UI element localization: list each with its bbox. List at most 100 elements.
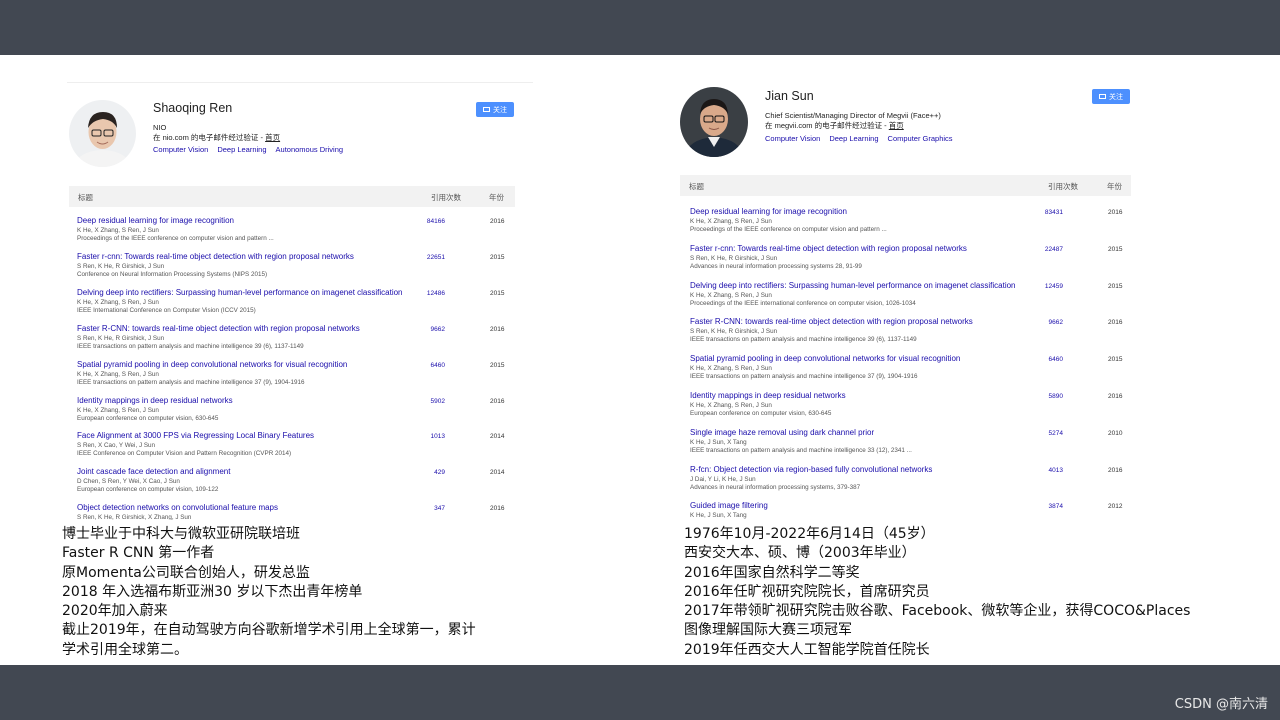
citation-count-link[interactable]: 22651 [415, 254, 445, 261]
publication-year: 2014 [490, 433, 505, 441]
article-title-link[interactable]: Delving deep into rectifiers: Surpassing… [77, 288, 403, 297]
article-venue: European conference on computer vision, … [690, 410, 832, 417]
column-header-title[interactable]: 标题 [78, 192, 93, 203]
citation-count-link[interactable]: 22487 [1033, 246, 1063, 253]
notes-right: 1976年10月-2022年6月14日（45岁） 西安交大本、硕、博（2003年… [684, 525, 1190, 660]
research-interests: Computer Vision Deep Learning Autonomous D… [153, 145, 352, 154]
publication-year: 2014 [490, 469, 505, 477]
note-line: 1976年10月-2022年6月14日（45岁） [684, 526, 935, 542]
article-title-link[interactable]: Spatial pyramid pooling in deep convolut… [690, 354, 960, 363]
article-title-link[interactable]: Delving deep into rectifiers: Surpassing… [690, 281, 1016, 290]
top-band [0, 0, 1280, 55]
article-title-link[interactable]: Faster r-cnn: Towards real-time object d… [77, 252, 354, 261]
email-verified-text: 在 megvii.com 的电子邮件经过验证 - [765, 121, 889, 130]
avatar-image [680, 87, 748, 157]
citation-count-link[interactable]: 9662 [415, 326, 445, 333]
citation-count-link[interactable]: 1013 [415, 433, 445, 440]
article-title-link[interactable]: Identity mappings in deep residual netwo… [690, 391, 846, 400]
follow-button[interactable]: 关注 [476, 102, 514, 117]
publication-year: 2015 [1108, 356, 1123, 364]
article-authors: K He, X Zhang, S Ren, J Sun [77, 406, 159, 414]
article-title-link[interactable]: Joint cascade face detection and alignme… [77, 467, 230, 476]
citation-count-link[interactable]: 5902 [415, 398, 445, 405]
note-line: Faster R CNN 第一作者 [62, 545, 215, 562]
article-title-link[interactable]: Object detection networks on convolution… [77, 503, 278, 512]
table-row: Object detection networks on convolution… [77, 503, 507, 520]
citation-count-link[interactable]: 9662 [1033, 319, 1063, 326]
envelope-icon [1099, 94, 1106, 99]
article-venue: IEEE transactions on pattern analysis an… [77, 378, 305, 386]
article-authors: J Dai, Y Li, K He, J Sun [690, 475, 756, 483]
table-row: Spatial pyramid pooling in deep convolut… [690, 354, 1123, 390]
article-title-link[interactable]: Faster R-CNN: towards real-time object d… [77, 324, 360, 333]
article-venue: IEEE transactions on pattern analysis an… [77, 342, 304, 350]
column-header-title[interactable]: 标题 [689, 181, 704, 192]
article-venue: European conference on computer vision, … [77, 486, 219, 494]
column-header-year[interactable]: 年份 [1107, 181, 1122, 192]
article-venue: Proceedings of the IEEE conference on co… [77, 235, 274, 242]
article-title-link[interactable]: Faster R-CNN: towards real-time object d… [690, 317, 973, 326]
column-header-year[interactable]: 年份 [489, 192, 504, 203]
article-title-link[interactable]: Identity mappings in deep residual netwo… [77, 396, 233, 405]
citation-count-link[interactable]: 3874 [1033, 503, 1063, 510]
article-title-link[interactable]: Single image haze removal using dark cha… [690, 428, 874, 437]
table-row: Delving deep into rectifiers: Surpassing… [690, 281, 1123, 317]
citation-count-link[interactable]: 84166 [415, 218, 445, 225]
article-authors: S Ren, K He, R Girshick, J Sun [77, 334, 165, 342]
article-venue: Advances in neural information processin… [690, 262, 862, 270]
homepage-link[interactable]: 首页 [265, 133, 280, 142]
article-venue: European conference on computer vision, … [77, 414, 219, 422]
column-header-cited[interactable]: 引用次数 [1048, 181, 1078, 192]
homepage-link[interactable]: 首页 [889, 121, 904, 130]
scholar-card-right: Jian Sun Chief Scientist/Managing Direct… [680, 80, 1132, 520]
publication-year: 2015 [490, 361, 505, 369]
note-line: 2016年国家自然科学二等奖 [684, 564, 860, 581]
article-title-link[interactable]: Deep residual learning for image recogni… [690, 207, 847, 216]
note-line: 2017年带领旷视研究院击败谷歌、Facebook、微软等企业，获得COCO&P… [684, 603, 1191, 620]
citation-count-link[interactable]: 6460 [1033, 356, 1063, 363]
note-line: 博士毕业于中科大与微软亚研院联培班 [62, 526, 300, 542]
article-title-link[interactable]: Faster r-cnn: Towards real-time object d… [690, 244, 967, 253]
research-interests: Computer Vision Deep Learning Computer Gra… [765, 134, 962, 143]
table-row: Deep residual learning for image recogni… [77, 216, 507, 252]
citation-count-link[interactable]: 5274 [1033, 430, 1063, 437]
article-authors: K He, J Sun, X Tang [690, 438, 747, 446]
publication-year: 2015 [1108, 282, 1123, 290]
profile-email: 在 nio.com 的电子邮件经过验证 - 首页 [153, 132, 280, 143]
article-title-link[interactable]: Guided image filtering [690, 501, 768, 510]
article-title-link[interactable]: R-fcn: Object detection via region-based… [690, 465, 932, 474]
citation-count-link[interactable]: 6460 [415, 362, 445, 369]
citation-count-link[interactable]: 12459 [1033, 283, 1063, 290]
follow-button[interactable]: 关注 [1092, 89, 1130, 104]
avatar [69, 100, 136, 167]
article-title-link[interactable]: Spatial pyramid pooling in deep convolut… [77, 360, 347, 369]
citation-count-link[interactable]: 5890 [1033, 393, 1063, 400]
publication-year: 2016 [1108, 466, 1123, 474]
article-authors: S Ren, X Cao, Y Wei, J Sun [77, 442, 156, 450]
article-title-link[interactable]: Deep residual learning for image recogni… [77, 216, 234, 225]
publication-year: 2016 [490, 505, 505, 513]
interest-link[interactable]: Autonomous Driving [276, 145, 344, 154]
interest-link[interactable]: Computer Vision [765, 134, 820, 143]
article-authors: S Ren, K He, R Girshick, X Zhang, J Sun [77, 514, 192, 520]
profile-affiliation: Chief Scientist/Managing Director of Meg… [765, 111, 941, 120]
citation-count-link[interactable]: 83431 [1033, 209, 1063, 216]
citation-count-link[interactable]: 347 [415, 505, 445, 512]
profile-affiliation: NIO [153, 123, 167, 132]
article-authors: S Ren, K He, R Girshick, J Sun [690, 254, 778, 262]
interest-link[interactable]: Deep Learning [829, 134, 878, 143]
citation-count-link[interactable]: 429 [415, 469, 445, 476]
citation-count-link[interactable]: 12486 [415, 290, 445, 297]
citation-count-link[interactable]: 4013 [1033, 467, 1063, 474]
article-authors: S Ren, K He, R Girshick, J Sun [690, 328, 778, 336]
interest-link[interactable]: Computer Graphics [888, 134, 953, 143]
article-authors: K He, X Zhang, S Ren, J Sun [690, 402, 772, 409]
column-header-cited[interactable]: 引用次数 [431, 192, 461, 203]
interest-link[interactable]: Computer Vision [153, 145, 208, 154]
profile-name: Shaoqing Ren [153, 101, 233, 115]
interest-link[interactable]: Deep Learning [217, 145, 266, 154]
article-title-link[interactable]: Face Alignment at 3000 FPS via Regressin… [77, 431, 314, 440]
note-line: 2020年加入蔚来 [62, 603, 168, 620]
article-venue: Conference on Neural Information Process… [77, 270, 268, 278]
table-row: Single image haze removal using dark cha… [690, 428, 1122, 464]
